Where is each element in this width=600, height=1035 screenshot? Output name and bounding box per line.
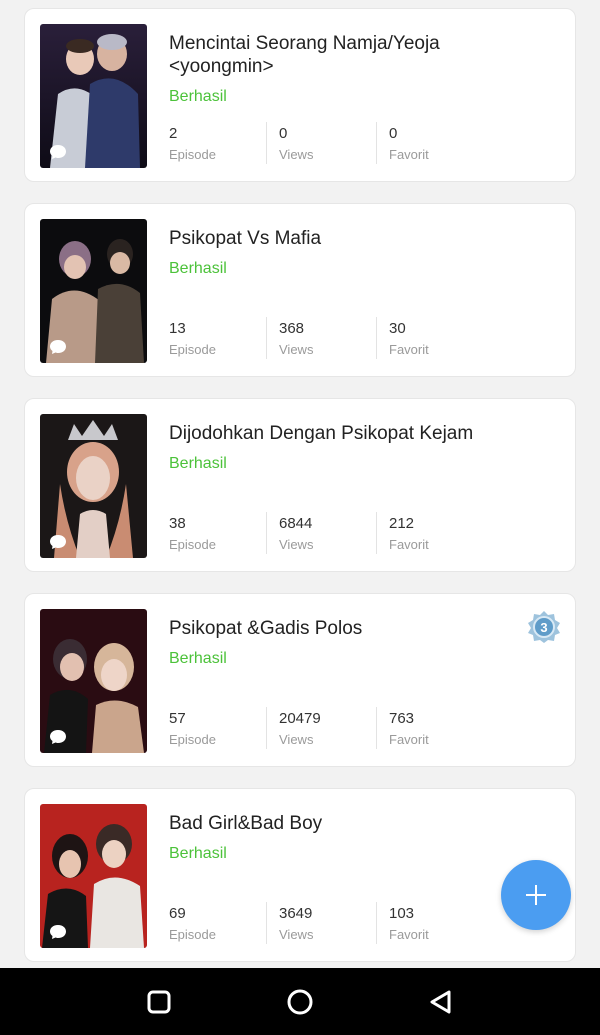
comment-icon [50,925,66,939]
episodes-count: 57 [169,710,186,727]
story-status: Berhasil [169,455,227,472]
story-cover-image [40,804,147,948]
divider [266,122,267,164]
views-count: 20479 [279,710,321,727]
views-count: 368 [279,320,305,337]
stat-favorites: 212 Favorit [389,514,429,554]
home-button[interactable] [286,988,314,1016]
story-title[interactable]: Psikopat Vs Mafia [169,227,509,250]
episodes-label: Episode [169,927,216,942]
stat-episodes: 2 Episode [169,124,216,164]
divider [376,122,377,164]
comment-icon [50,535,66,549]
views-label: Views [279,927,314,942]
system-navigation-bar [0,968,600,1035]
views-label: Views [279,147,314,162]
episodes-label: Episode [169,147,216,162]
story-status: Berhasil [169,260,227,277]
episodes-label: Episode [169,537,216,552]
story-cover-image [40,414,147,558]
favorites-count: 103 [389,905,415,922]
stat-views: 3649 Views [279,904,313,944]
favorites-label: Favorit [389,342,429,357]
stat-episodes: 69 Episode [169,904,216,944]
divider [376,317,377,359]
episodes-count: 69 [169,905,186,922]
divider [376,902,377,944]
stat-views: 20479 Views [279,709,321,749]
home-icon [287,989,313,1015]
story-status: Berhasil [169,845,227,862]
views-label: Views [279,537,314,552]
story-card[interactable]: Mencintai Seorang Namja/Yeoja <yoongmin>… [24,8,576,182]
stat-views: 6844 Views [279,514,313,554]
stat-episodes: 57 Episode [169,709,216,749]
plus-icon [526,885,546,905]
story-card[interactable]: Bad Girl&Bad Boy Berhasil 69 Episode 364… [24,788,576,962]
story-card[interactable]: Psikopat &Gadis Polos Berhasil 3 57 Epis… [24,593,576,767]
story-status: Berhasil [169,88,227,105]
stat-favorites: 0 Favorit [389,124,429,164]
views-label: Views [279,732,314,747]
episodes-count: 2 [169,125,178,142]
story-cover-image [40,24,147,168]
stat-favorites: 763 Favorit [389,709,429,749]
story-card[interactable]: Dijodohkan Dengan Psikopat Kejam Berhasi… [24,398,576,572]
stat-episodes: 13 Episode [169,319,216,359]
favorites-count: 30 [389,320,406,337]
story-title[interactable]: Mencintai Seorang Namja/Yeoja <yoongmin> [169,32,509,78]
favorites-label: Favorit [389,537,429,552]
rank-badge-icon: 3 [527,610,561,644]
stat-views: 0 Views [279,124,313,164]
comment-icon [50,145,66,159]
views-label: Views [279,342,314,357]
favorites-label: Favorit [389,147,429,162]
favorites-count: 763 [389,710,415,727]
rank-badge-number: 3 [540,620,547,635]
views-count: 0 [279,125,288,142]
favorites-label: Favorit [389,927,429,942]
story-card[interactable]: Psikopat Vs Mafia Berhasil 13 Episode 36… [24,203,576,377]
favorites-count: 0 [389,125,398,142]
favorites-count: 212 [389,515,415,532]
recent-apps-icon [147,990,171,1014]
divider [266,707,267,749]
views-count: 6844 [279,515,313,532]
add-story-button[interactable] [501,860,571,930]
story-cover-image [40,219,147,363]
story-title[interactable]: Dijodohkan Dengan Psikopat Kejam [169,422,509,445]
story-status: Berhasil [169,650,227,667]
story-title[interactable]: Psikopat &Gadis Polos [169,617,509,640]
episodes-label: Episode [169,342,216,357]
comment-icon [50,730,66,744]
story-cover-image [40,609,147,753]
episodes-count: 13 [169,320,186,337]
favorites-label: Favorit [389,732,429,747]
views-count: 3649 [279,905,313,922]
divider [266,512,267,554]
stat-views: 368 Views [279,319,313,359]
stat-favorites: 30 Favorit [389,319,429,359]
stat-favorites: 103 Favorit [389,904,429,944]
story-title[interactable]: Bad Girl&Bad Boy [169,812,509,835]
episodes-label: Episode [169,732,216,747]
comment-icon [50,340,66,354]
divider [266,902,267,944]
back-icon [430,990,451,1014]
episodes-count: 38 [169,515,186,532]
divider [266,317,267,359]
divider [376,512,377,554]
stat-episodes: 38 Episode [169,514,216,554]
recent-apps-button[interactable] [145,988,173,1016]
divider [376,707,377,749]
back-button[interactable] [427,988,455,1016]
